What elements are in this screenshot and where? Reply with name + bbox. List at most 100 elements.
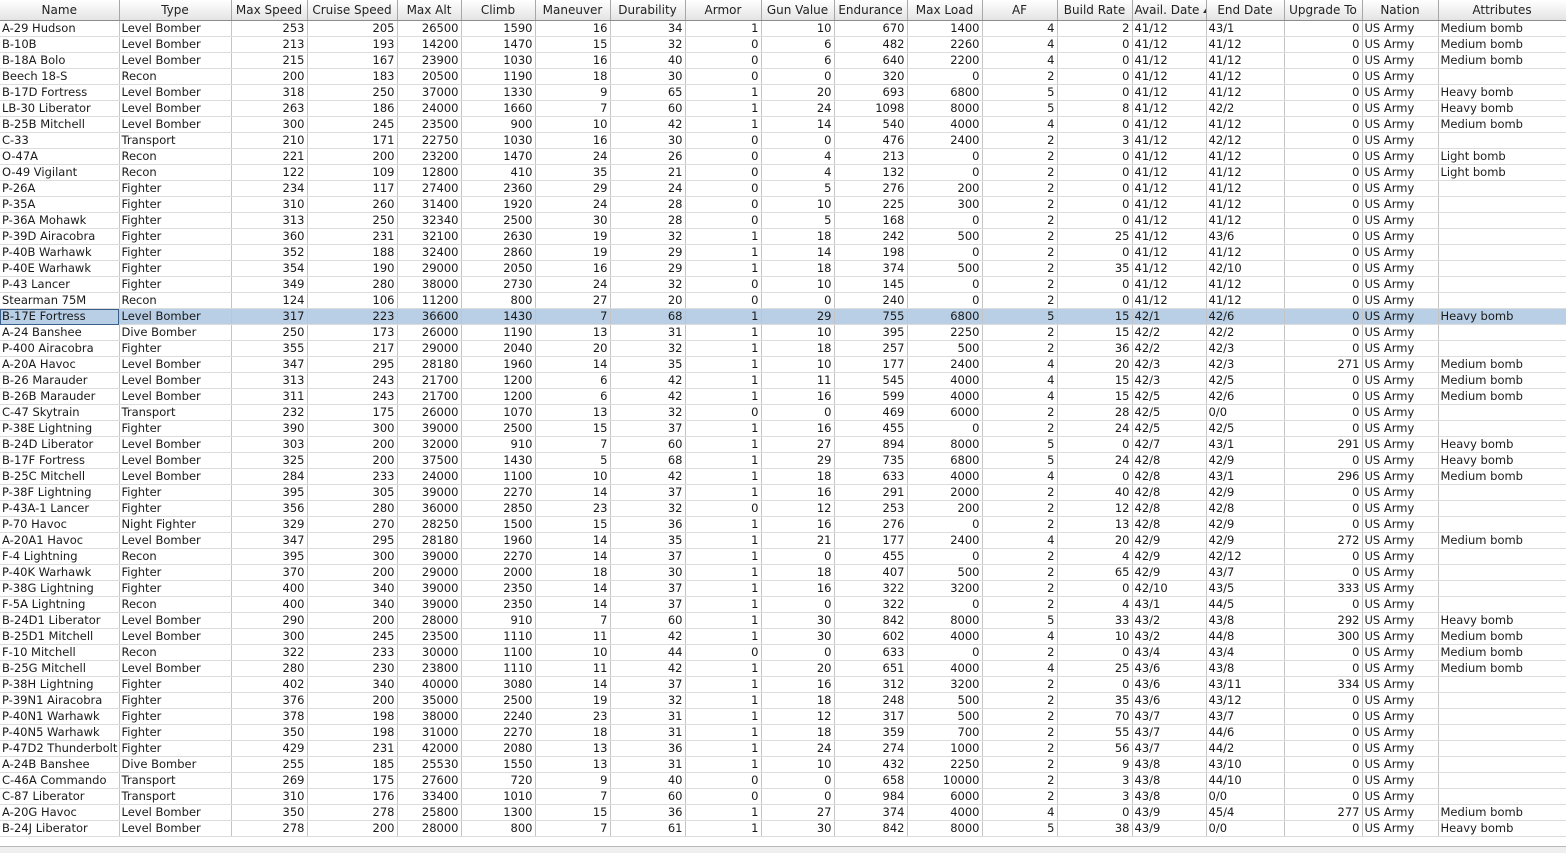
cell-max-speed[interactable]: 284 — [231, 468, 308, 485]
cell-max-speed[interactable]: 395 — [231, 548, 308, 565]
cell-cruise-speed[interactable]: 280 — [307, 276, 398, 293]
cell-cruise-speed[interactable]: 176 — [307, 788, 398, 805]
cell-cruise-speed[interactable]: 260 — [307, 196, 398, 213]
cell-durability[interactable]: 37 — [610, 596, 686, 613]
cell-max-load[interactable]: 200 — [907, 180, 983, 197]
cell-max-speed[interactable]: 376 — [231, 692, 308, 709]
cell-af[interactable]: 2 — [982, 564, 1058, 581]
cell-name[interactable]: B-18A Bolo — [0, 52, 120, 69]
cell-af[interactable]: 2 — [982, 580, 1058, 597]
cell-max-alt[interactable]: 25800 — [397, 804, 462, 821]
cell-maneuver[interactable]: 18 — [535, 68, 611, 85]
cell-armor[interactable]: 1 — [685, 756, 762, 773]
cell-gun-value[interactable]: 30 — [761, 820, 835, 837]
cell-af[interactable]: 4 — [982, 628, 1058, 645]
table-row[interactable]: Stearman 75M Recon 124 106 11200 800 27 20 0 0 240… — [0, 292, 1566, 309]
cell-max-speed[interactable]: 303 — [231, 436, 308, 453]
cell-max-speed[interactable]: 378 — [231, 708, 308, 725]
cell-max-alt[interactable]: 26000 — [397, 404, 462, 421]
cell-armor[interactable]: 1 — [685, 708, 762, 725]
cell-af[interactable]: 2 — [982, 516, 1058, 533]
cell-cruise-speed[interactable]: 295 — [307, 356, 398, 373]
cell-nation[interactable]: US Army — [1362, 148, 1439, 165]
cell-af[interactable]: 4 — [982, 804, 1058, 821]
cell-durability[interactable]: 60 — [610, 436, 686, 453]
cell-cruise-speed[interactable]: 173 — [307, 324, 398, 341]
cell-durability[interactable]: 68 — [610, 452, 686, 469]
cell-nation[interactable]: US Army — [1362, 516, 1439, 533]
cell-end-date[interactable]: 41/12 — [1206, 68, 1285, 85]
cell-climb[interactable]: 2050 — [461, 260, 536, 277]
cell-upgrade-to[interactable]: 0 — [1284, 228, 1363, 245]
cell-af[interactable]: 2 — [982, 324, 1058, 341]
cell-end-date[interactable]: 42/3 — [1206, 356, 1285, 373]
cell-gun-value[interactable]: 0 — [761, 548, 835, 565]
cell-build-rate[interactable]: 0 — [1057, 436, 1133, 453]
cell-maneuver[interactable]: 13 — [535, 740, 611, 757]
cell-durability[interactable]: 28 — [610, 196, 686, 213]
cell-upgrade-to[interactable]: 292 — [1284, 612, 1363, 629]
cell-avail-date[interactable]: 41/12 — [1132, 84, 1207, 101]
cell-max-alt[interactable]: 23800 — [397, 660, 462, 677]
cell-attributes[interactable]: Medium bomb — [1438, 468, 1566, 485]
cell-max-speed[interactable]: 290 — [231, 612, 308, 629]
cell-af[interactable]: 2 — [982, 68, 1058, 85]
cell-climb[interactable]: 1030 — [461, 132, 536, 149]
cell-cruise-speed[interactable]: 200 — [307, 452, 398, 469]
cell-gun-value[interactable]: 4 — [761, 164, 835, 181]
cell-max-load[interactable]: 8000 — [907, 820, 983, 837]
table-row[interactable]: P-35A Fighter 310 260 31400 1920 24 28 0 10 225 300… — [0, 196, 1566, 213]
cell-max-load[interactable]: 0 — [907, 516, 983, 533]
cell-max-alt[interactable]: 28250 — [397, 516, 462, 533]
cell-upgrade-to[interactable]: 0 — [1284, 20, 1363, 37]
cell-max-speed[interactable]: 313 — [231, 212, 308, 229]
cell-upgrade-to[interactable]: 0 — [1284, 756, 1363, 773]
cell-type[interactable]: Recon — [119, 644, 232, 661]
column-header-armor[interactable]: Armor — [685, 0, 762, 21]
cell-end-date[interactable]: 42/3 — [1206, 340, 1285, 357]
cell-maneuver[interactable]: 16 — [535, 132, 611, 149]
column-header-attributes[interactable]: Attributes — [1438, 0, 1566, 21]
cell-endurance[interactable]: 540 — [834, 116, 908, 133]
table-row[interactable]: P-43A-1 Lancer Fighter 356 280 36000 2850 23 32… — [0, 500, 1566, 517]
cell-max-speed[interactable]: 360 — [231, 228, 308, 245]
cell-maneuver[interactable]: 27 — [535, 292, 611, 309]
cell-durability[interactable]: 60 — [610, 788, 686, 805]
cell-endurance[interactable]: 177 — [834, 532, 908, 549]
cell-name[interactable]: B-26 Marauder — [0, 372, 120, 389]
cell-maneuver[interactable]: 5 — [535, 452, 611, 469]
cell-maneuver[interactable]: 13 — [535, 324, 611, 341]
cell-nation[interactable]: US Army — [1362, 292, 1439, 309]
cell-gun-value[interactable]: 5 — [761, 212, 835, 229]
cell-armor[interactable]: 1 — [685, 676, 762, 693]
cell-max-load[interactable]: 2000 — [907, 484, 983, 501]
cell-max-alt[interactable]: 32400 — [397, 244, 462, 261]
cell-upgrade-to[interactable]: 0 — [1284, 52, 1363, 69]
cell-armor[interactable]: 0 — [685, 212, 762, 229]
cell-armor[interactable]: 0 — [685, 132, 762, 149]
cell-max-load[interactable]: 500 — [907, 564, 983, 581]
cell-maneuver[interactable]: 24 — [535, 196, 611, 213]
cell-max-alt[interactable]: 36600 — [397, 308, 462, 325]
table-row[interactable]: B-25B Mitchell Level Bomber 300 245 23500 900… — [0, 116, 1566, 133]
cell-af[interactable]: 2 — [982, 420, 1058, 437]
cell-climb[interactable]: 1470 — [461, 36, 536, 53]
cell-upgrade-to[interactable]: 0 — [1284, 244, 1363, 261]
cell-build-rate[interactable]: 0 — [1057, 468, 1133, 485]
cell-max-alt[interactable]: 40000 — [397, 676, 462, 693]
table-row[interactable]: A-20A Havoc Level Bomber 347 295 28180 1960 14… — [0, 356, 1566, 373]
cell-name[interactable]: Stearman 75M — [0, 292, 120, 309]
cell-nation[interactable]: US Army — [1362, 644, 1439, 661]
cell-armor[interactable]: 1 — [685, 468, 762, 485]
cell-max-load[interactable]: 0 — [907, 548, 983, 565]
cell-build-rate[interactable]: 20 — [1057, 356, 1133, 373]
cell-avail-date[interactable]: 41/12 — [1132, 260, 1207, 277]
cell-name[interactable]: B-17F Fortress — [0, 452, 120, 469]
cell-durability[interactable]: 37 — [610, 420, 686, 437]
cell-max-speed[interactable]: 402 — [231, 676, 308, 693]
cell-durability[interactable]: 35 — [610, 356, 686, 373]
cell-max-alt[interactable]: 28000 — [397, 820, 462, 837]
cell-upgrade-to[interactable]: 0 — [1284, 548, 1363, 565]
cell-upgrade-to[interactable]: 0 — [1284, 292, 1363, 309]
cell-gun-value[interactable]: 0 — [761, 596, 835, 613]
